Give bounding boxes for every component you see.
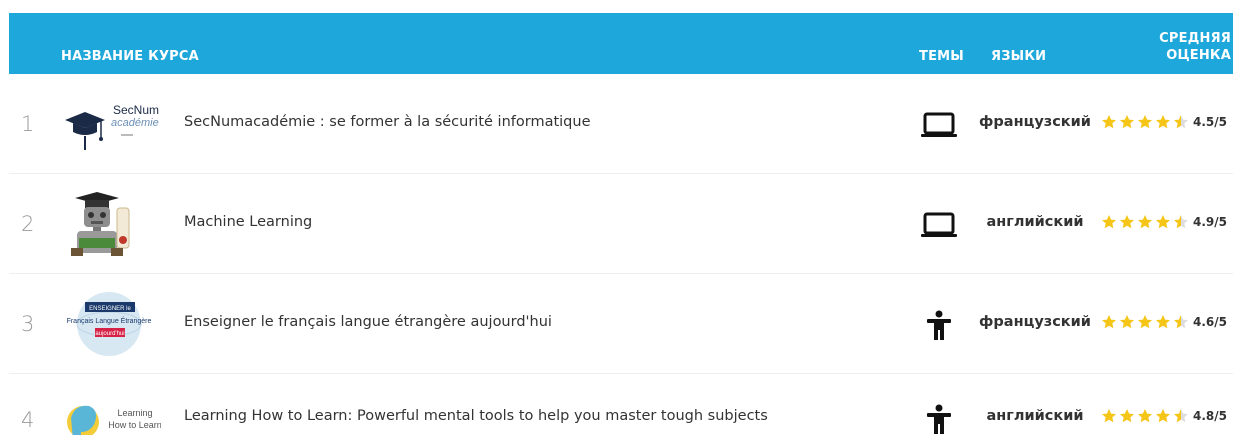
- row-number: 4: [21, 408, 35, 432]
- course-title[interactable]: Machine Learning: [184, 214, 312, 230]
- rating-stars: [1101, 214, 1191, 230]
- course-language: английский: [986, 408, 1084, 424]
- svg-text:Learning: Learning: [117, 408, 152, 418]
- rating-score: 4.9/5: [1193, 215, 1227, 229]
- course-language: английский: [986, 214, 1084, 230]
- rating-stars: [1101, 114, 1191, 130]
- star-full-icon: [1102, 409, 1116, 423]
- svg-text:Français Langue Étrangère: Français Langue Étrangère: [67, 316, 152, 325]
- header-rating-line1: СРЕДНЯЯ: [1159, 31, 1231, 46]
- course-title[interactable]: Learning How to Learn: Powerful mental t…: [184, 408, 768, 424]
- header-rating-line2: ОЦЕНКА: [1166, 48, 1231, 63]
- course-title[interactable]: Enseigner le français langue étrangère a…: [184, 314, 552, 330]
- table-row[interactable]: 1 SecNum académie SecNumacadémie : se fo…: [9, 74, 1233, 174]
- lhtl-logo[interactable]: Learning How to Learn: [61, 388, 161, 435]
- row-number: 1: [21, 112, 35, 136]
- star-full-icon: [1138, 315, 1152, 329]
- star-half-icon: [1174, 409, 1188, 423]
- star-full-icon: [1102, 115, 1116, 129]
- courses-table: НАЗВАНИЕ КУРСА ТЕМЫ ЯЗЫКИ СРЕДНЯЯ ОЦЕНКА…: [0, 0, 1233, 435]
- star-full-icon: [1138, 409, 1152, 423]
- rating-stars: [1101, 408, 1191, 424]
- svg-text:SecNum: SecNum: [113, 103, 159, 117]
- star-half-icon: [1174, 215, 1188, 229]
- table-row[interactable]: 4 Learning How to Learn Learning How to …: [9, 374, 1233, 435]
- rating-score: 4.8/5: [1193, 409, 1227, 423]
- svg-text:académie: académie: [111, 117, 159, 129]
- star-full-icon: [1102, 315, 1116, 329]
- course-language: французский: [979, 314, 1091, 330]
- laptop-icon: [921, 212, 957, 237]
- header-course-name[interactable]: НАЗВАНИЕ КУРСА: [61, 49, 199, 64]
- header-topics[interactable]: ТЕМЫ: [919, 49, 964, 64]
- rating-stars: [1101, 314, 1191, 330]
- course-language: французский: [979, 114, 1091, 130]
- star-full-icon: [1156, 215, 1170, 229]
- rating-score: 4.6/5: [1193, 315, 1227, 329]
- header-languages[interactable]: ЯЗЫКИ: [991, 49, 1046, 64]
- robot-graduate-logo[interactable]: [61, 190, 161, 258]
- svg-text:ENSEIGNER le: ENSEIGNER le: [89, 306, 131, 312]
- person-icon: [927, 404, 951, 434]
- star-full-icon: [1138, 115, 1152, 129]
- row-number: 3: [21, 312, 35, 336]
- svg-text:aujourd'hui: aujourd'hui: [95, 331, 124, 337]
- table-row[interactable]: 2 Machine Learning английский 4.9/5: [9, 174, 1233, 274]
- course-title[interactable]: SecNumacadémie : se former à la sécurité…: [184, 114, 591, 130]
- star-full-icon: [1156, 115, 1170, 129]
- star-full-icon: [1102, 215, 1116, 229]
- star-full-icon: [1120, 315, 1134, 329]
- table-header: НАЗВАНИЕ КУРСА ТЕМЫ ЯЗЫКИ СРЕДНЯЯ ОЦЕНКА: [9, 13, 1233, 74]
- star-half-icon: [1174, 315, 1188, 329]
- table-row[interactable]: 3 ENSEIGNER le Français Langue Étrangère…: [9, 274, 1233, 374]
- row-number: 2: [21, 212, 35, 236]
- star-full-icon: [1156, 409, 1170, 423]
- star-full-icon: [1156, 315, 1170, 329]
- svg-text:How to Learn: How to Learn: [108, 420, 161, 430]
- header-rating[interactable]: СРЕДНЯЯ ОЦЕНКА: [1159, 30, 1231, 64]
- star-full-icon: [1120, 409, 1134, 423]
- star-half-icon: [1174, 115, 1188, 129]
- star-full-icon: [1120, 115, 1134, 129]
- star-full-icon: [1120, 215, 1134, 229]
- laptop-icon: [921, 112, 957, 137]
- rating-score: 4.5/5: [1193, 115, 1227, 129]
- secnum-logo[interactable]: SecNum académie: [61, 90, 161, 158]
- star-full-icon: [1138, 215, 1152, 229]
- person-icon: [927, 310, 951, 340]
- fle-logo[interactable]: ENSEIGNER le Français Langue Étrangère a…: [61, 290, 161, 358]
